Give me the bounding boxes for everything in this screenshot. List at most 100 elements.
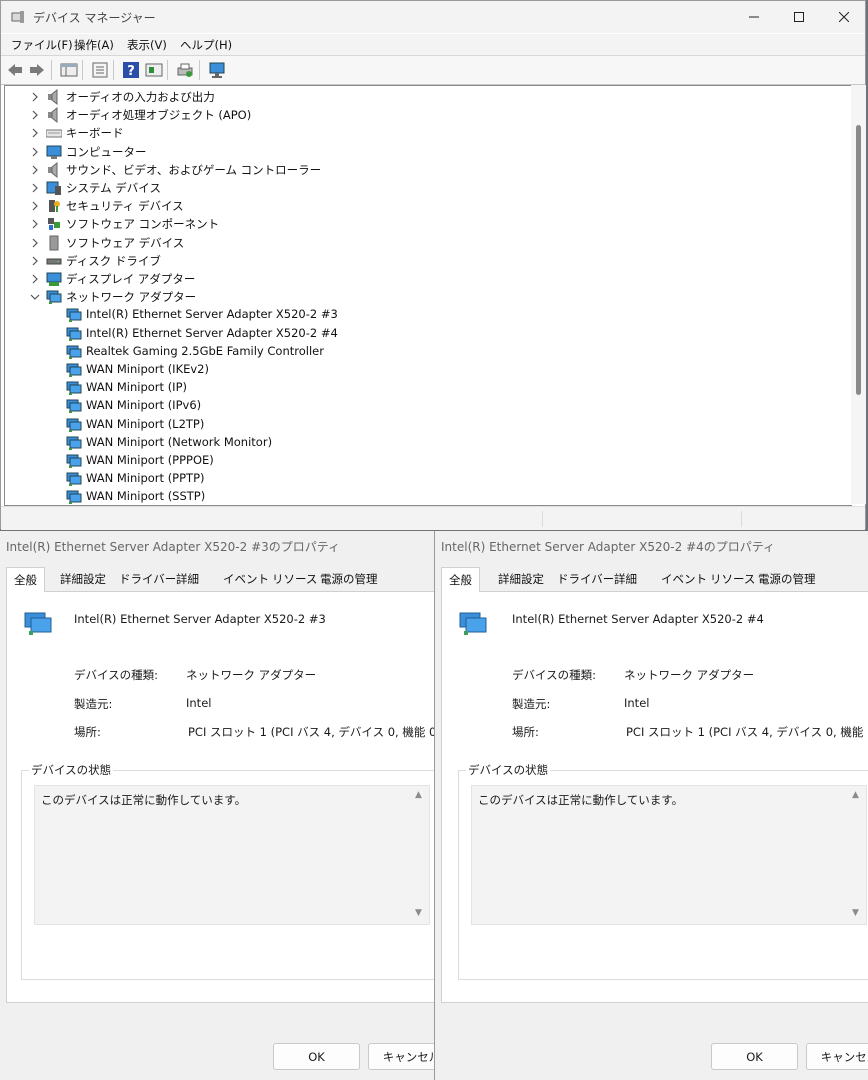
tree-device-item[interactable]: WAN Miniport (PPTP) [5,470,845,488]
device-status-textbox[interactable]: このデバイスは正常に動作しています。 ▲ ▼ [471,785,867,925]
tree-category-item[interactable]: システム デバイス [5,179,845,197]
chevron-right-icon[interactable] [30,164,40,176]
network-adapter-icon [66,363,82,377]
tree-device-item[interactable]: WAN Miniport (IP) [5,379,845,397]
device-type-value: ネットワーク アダプター [186,668,317,682]
forward-arrow-icon[interactable] [28,61,46,79]
cancel-button[interactable]: キャンセル [806,1043,868,1070]
scroll-up-icon[interactable]: ▲ [852,790,859,800]
menu-view[interactable]: 表示(V) [127,37,167,53]
network-adapter-icon [66,345,82,359]
monitor-network-icon[interactable] [208,61,226,79]
tree-category-item[interactable]: ディスク ドライブ [5,252,845,270]
tree-device-item[interactable]: Intel(R) Ethernet Server Adapter X520-2 … [5,306,845,324]
tree-category-item[interactable]: ネットワーク アダプター [5,288,845,306]
tree-category-label: ネットワーク アダプター [66,290,197,305]
tab-resources[interactable]: リソース [272,571,317,591]
ok-button[interactable]: OK [711,1043,798,1070]
tree-category-item[interactable]: サウンド、ビデオ、およびゲーム コントローラー [5,161,845,179]
tab-general[interactable]: 全般 [6,567,45,592]
scrollbar-thumb[interactable] [856,125,861,395]
tree-device-item[interactable]: WAN Miniport (SSTP) [5,488,845,505]
ok-button[interactable]: OK [273,1043,360,1070]
tab-driver[interactable]: ドライバー [557,571,614,591]
puzzle-icon [48,218,60,231]
network-adapter-icon [46,290,62,305]
device-status-group-label: デバイスの状態 [466,762,551,778]
list-view-icon[interactable] [91,61,109,79]
chevron-right-icon[interactable] [30,146,40,158]
minimize-icon [749,16,759,18]
tab-events[interactable]: イベント [661,571,707,591]
chevron-right-icon[interactable] [30,218,40,230]
tree-device-label: WAN Miniport (IPv6) [86,398,202,413]
tree-category-item[interactable]: ソフトウェア コンポーネント [5,215,845,233]
maximize-button[interactable] [776,1,822,33]
tab-power-management[interactable]: 電源の管理 [320,571,378,591]
tree-scrollbar[interactable] [851,85,866,504]
run-icon[interactable] [145,61,163,79]
location-label: 場所: [74,725,101,739]
tree-category-label: セキュリティ デバイス [66,199,184,214]
tree-category-label: ソフトウェア デバイス [66,235,185,250]
tab-advanced[interactable]: 詳細設定 [60,571,106,591]
help-icon[interactable]: ? [122,61,140,79]
tree-category-item[interactable]: ディスプレイ アダプター [5,270,845,288]
scroll-down-icon[interactable]: ▼ [852,908,859,918]
tab-details[interactable]: 詳細 [614,571,637,591]
chevron-right-icon[interactable] [30,255,40,267]
network-adapter-icon [66,472,82,487]
tab-details[interactable]: 詳細 [176,571,199,591]
close-button[interactable] [821,1,867,33]
tab-power-management[interactable]: 電源の管理 [758,571,816,591]
display-adapter-icon [46,272,62,286]
chevron-down-icon[interactable] [30,291,40,303]
tab-advanced[interactable]: 詳細設定 [498,571,544,591]
chevron-right-icon[interactable] [30,200,40,212]
device-status-textbox[interactable]: このデバイスは正常に動作しています。 ▲ ▼ [34,785,430,925]
device-type-label: デバイスの種類: [512,668,597,682]
maximize-icon [794,12,804,22]
tab-driver[interactable]: ドライバー [119,571,176,591]
chevron-right-icon[interactable] [30,109,40,121]
chevron-right-icon[interactable] [30,237,40,249]
properties-view-icon[interactable] [60,61,78,79]
tree-category-item[interactable]: オーディオの入力および出力 [5,88,845,106]
tree-device-label: WAN Miniport (SSTP) [86,489,206,504]
tree-device-item[interactable]: Intel(R) Ethernet Server Adapter X520-2 … [5,325,845,343]
chevron-right-icon[interactable] [30,182,40,194]
tree-category-item[interactable]: ソフトウェア デバイス [5,234,845,252]
tree-device-label: Realtek Gaming 2.5GbE Family Controller [86,343,324,358]
scroll-up-icon[interactable]: ▲ [415,790,422,800]
tab-resources[interactable]: リソース [710,571,755,591]
chevron-right-icon[interactable] [30,91,40,103]
minimize-button[interactable] [731,1,777,33]
tree-device-item[interactable]: WAN Miniport (L2TP) [5,416,845,434]
network-adapter-icon [459,612,487,635]
device-status-text: このデバイスは正常に動作しています。 [41,793,247,807]
tree-category-item[interactable]: セキュリティ デバイス [5,197,845,215]
tab-general[interactable]: 全般 [441,567,480,592]
print-icon[interactable] [176,61,194,79]
tree-device-item[interactable]: WAN Miniport (PPPOE) [5,452,845,470]
chevron-right-icon[interactable] [30,127,40,139]
scroll-down-icon[interactable]: ▼ [415,908,422,918]
tree-category-item[interactable]: キーボード [5,124,845,142]
menu-action[interactable]: 操作(A) [74,37,114,53]
tree-device-item[interactable]: WAN Miniport (IKEv2) [5,361,845,379]
tree-category-label: キーボード [66,126,124,141]
manufacturer-value: Intel [624,696,650,710]
tree-device-item[interactable]: WAN Miniport (Network Monitor) [5,434,845,452]
tab-events[interactable]: イベント [223,571,269,591]
menu-help[interactable]: ヘルプ(H) [180,37,232,53]
tree-category-label: コンピューター [66,144,147,159]
menu-file[interactable]: ファイル(F) [11,37,73,53]
tree-category-item[interactable]: オーディオ処理オブジェクト (APO) [5,106,845,124]
tree-device-item[interactable]: WAN Miniport (IPv6) [5,397,845,415]
chevron-right-icon[interactable] [30,273,40,285]
tree-category-item[interactable]: コンピューター [5,143,845,161]
tree-device-item[interactable]: Realtek Gaming 2.5GbE Family Controller [5,343,845,361]
back-arrow-icon[interactable] [6,61,24,79]
manufacturer-label: 製造元: [74,697,113,711]
close-icon [839,12,849,22]
